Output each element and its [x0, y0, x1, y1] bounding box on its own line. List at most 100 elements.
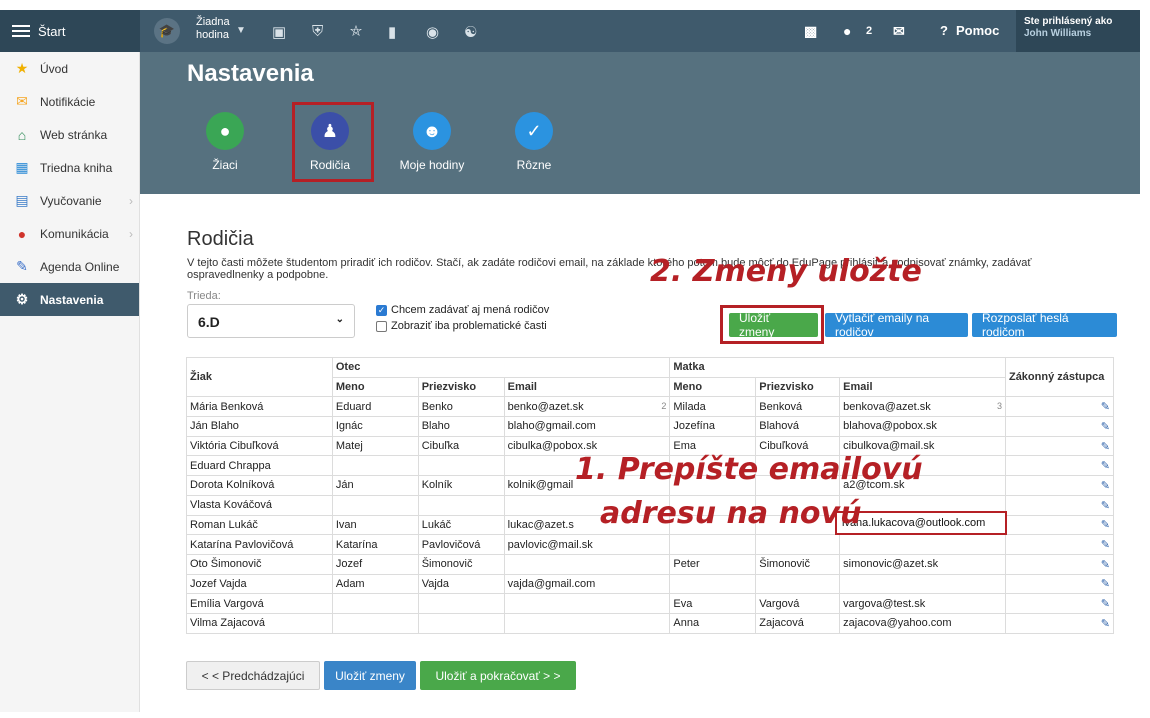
cell-f-email[interactable] [503, 612, 671, 634]
cell-f-name[interactable] [331, 612, 419, 634]
edit-pencil-icon[interactable]: ✎ [1004, 534, 1115, 555]
cell-f-name[interactable]: Ján [331, 475, 419, 496]
class-select[interactable]: 6.D ⌄ [187, 304, 355, 338]
edit-pencil-icon[interactable]: ✎ [1004, 553, 1115, 575]
cell-m-email[interactable] [839, 534, 1006, 555]
cell-f-email[interactable] [503, 593, 671, 614]
cell-f-surname[interactable]: Benko [417, 396, 505, 418]
sidebar-item-komunikacia[interactable]: ● Komunikácia › [0, 217, 139, 250]
cell-f-surname[interactable]: Kolník [417, 475, 505, 496]
cell-f-name[interactable] [331, 494, 419, 516]
cell-m-surname[interactable]: Šimonovič [755, 553, 841, 575]
sidebar-item-uvod[interactable]: ★ Úvod [0, 52, 139, 85]
cell-m-surname[interactable]: Vargová [755, 593, 841, 614]
cell-m-name[interactable] [669, 534, 757, 555]
cell-f-email[interactable]: pavlovic@mail.sk [503, 534, 671, 555]
cell-f-surname[interactable] [417, 593, 505, 614]
cell-f-surname[interactable]: Pavlovičová [417, 534, 505, 555]
bar-chart-icon[interactable]: ▮ [388, 23, 396, 41]
briefcase-icon[interactable]: ▣ [272, 23, 286, 41]
print-emails-button[interactable]: Vytlačiť emaily na rodičov [825, 311, 968, 339]
send-passwords-button[interactable]: Rozposlať heslá rodičom [972, 311, 1117, 339]
cell-m-surname[interactable]: Benková [755, 396, 841, 418]
cell-m-email[interactable]: zajacova@yahoo.com [839, 612, 1006, 634]
edit-pencil-icon[interactable]: ✎ [1004, 416, 1115, 437]
cell-f-name[interactable]: Adam [331, 573, 419, 595]
lesson-selector[interactable]: Žiadna hodina [196, 16, 230, 42]
edit-pencil-icon[interactable]: ✎ [1004, 435, 1115, 457]
cell-f-email[interactable]: vajda@gmail.com [503, 573, 671, 595]
edit-pencil-icon[interactable]: ✎ [1004, 612, 1115, 634]
user-box[interactable]: Ste prihlásený ako John Williams [1016, 10, 1140, 52]
cell-m-name[interactable]: Milada [669, 396, 757, 418]
edit-pencil-icon[interactable]: ✎ [1004, 396, 1115, 418]
cell-m-email[interactable] [839, 573, 1006, 595]
tab-ziaci[interactable]: ● Žiaci [180, 112, 270, 172]
cell-m-name[interactable] [669, 573, 757, 595]
cell-m-name[interactable]: Jozefína [669, 416, 757, 437]
book-icon: ▦ [15, 159, 29, 175]
sidebar-item-notifikacie[interactable]: ✉ Notifikácie [0, 85, 139, 118]
help-button[interactable]: ? Pomoc [940, 23, 999, 38]
sidebar-item-label: Vyučovanie [40, 193, 102, 208]
bank-icon[interactable]: ⛤ [350, 23, 362, 40]
tab-moje-hodiny[interactable]: ☻ Moje hodiny [387, 112, 477, 172]
edit-pencil-icon[interactable]: ✎ [1004, 573, 1115, 595]
people-icon[interactable]: ☯ [464, 23, 477, 41]
cell-m-surname[interactable]: Zajacová [755, 612, 841, 634]
cast-icon[interactable]: ▩ [804, 23, 817, 40]
save-bottom-button[interactable]: Uložiť zmeny [324, 661, 416, 690]
chevron-down-icon[interactable]: ▼ [236, 25, 246, 36]
cell-f-name[interactable]: Ivan [331, 514, 419, 536]
checkbox-problematic-only[interactable]: Zobraziť iba problematické časti [376, 320, 547, 332]
cell-m-surname[interactable]: Blahová [755, 416, 841, 437]
cell-f-surname[interactable]: Lukáč [417, 514, 505, 536]
palette-icon[interactable]: ◉ [426, 23, 439, 41]
edit-pencil-icon[interactable]: ✎ [1004, 475, 1115, 496]
edit-pencil-icon[interactable]: ✎ [1004, 455, 1115, 477]
chat-icon[interactable]: ● [843, 23, 851, 39]
sidebar-item-agenda-online[interactable]: ✎ Agenda Online [0, 250, 139, 283]
cell-f-name[interactable] [331, 593, 419, 614]
save-continue-button[interactable]: Uložiť a pokračovať > > [420, 661, 576, 690]
cell-m-name[interactable]: Peter [669, 553, 757, 575]
menu-toggle[interactable]: Štart [0, 10, 140, 52]
cell-f-email[interactable]: blaho@gmail.com [503, 416, 671, 437]
edit-pencil-icon[interactable]: ✎ [1004, 514, 1115, 536]
cell-f-surname[interactable]: Šimonovič [417, 553, 505, 575]
cell-f-surname[interactable] [417, 455, 505, 477]
cell-m-name[interactable]: Anna [669, 612, 757, 634]
cell-m-surname[interactable] [755, 534, 841, 555]
cell-f-surname[interactable]: Cibuľka [417, 435, 505, 457]
tab-rozne[interactable]: ✓ Rôzne [489, 112, 579, 172]
cell-f-name[interactable]: Matej [331, 435, 419, 457]
sidebar-item-vyucovanie[interactable]: ▤ Vyučovanie › [0, 184, 139, 217]
checkbox-parent-names[interactable]: ✓ Chcem zadávať aj mená rodičov [376, 304, 549, 316]
sidebar-item-nastavenia[interactable]: ⚙ Nastavenia [0, 283, 139, 316]
cell-m-name[interactable]: Eva [669, 593, 757, 614]
cell-m-email[interactable]: vargova@test.sk [839, 593, 1006, 614]
cell-f-name[interactable]: Ignác [331, 416, 419, 437]
edit-pencil-icon[interactable]: ✎ [1004, 494, 1115, 516]
cell-f-surname[interactable] [417, 612, 505, 634]
cell-f-surname[interactable] [417, 494, 505, 516]
sidebar-item-triedna-kniha[interactable]: ▦ Triedna kniha [0, 151, 139, 184]
cell-m-email[interactable]: simonovic@azet.sk [839, 553, 1006, 575]
previous-button[interactable]: < < Predchádzajúci [186, 661, 320, 690]
mail-icon[interactable]: ✉ [893, 23, 905, 40]
cell-m-email[interactable]: blahova@pobox.sk [839, 416, 1006, 437]
shield-icon[interactable]: ⛨ [312, 23, 323, 40]
cell-f-surname[interactable]: Vajda [417, 573, 505, 595]
cell-f-surname[interactable]: Blaho [417, 416, 505, 437]
cell-f-email[interactable]: 2 benko@azet.sk [503, 396, 671, 418]
cell-f-name[interactable]: Katarína [331, 534, 419, 555]
cell-m-surname[interactable] [755, 573, 841, 595]
graduation-cap-icon[interactable]: 🎓 [154, 10, 180, 52]
cell-f-name[interactable]: Eduard [331, 396, 419, 418]
cell-f-name[interactable] [331, 455, 419, 477]
cell-f-email[interactable] [503, 553, 671, 575]
cell-m-email[interactable]: 3 benkova@azet.sk [839, 396, 1006, 418]
cell-f-name[interactable]: Jozef [331, 553, 419, 575]
edit-pencil-icon[interactable]: ✎ [1004, 593, 1115, 614]
sidebar-item-web-stranka[interactable]: ⌂ Web stránka [0, 118, 139, 151]
